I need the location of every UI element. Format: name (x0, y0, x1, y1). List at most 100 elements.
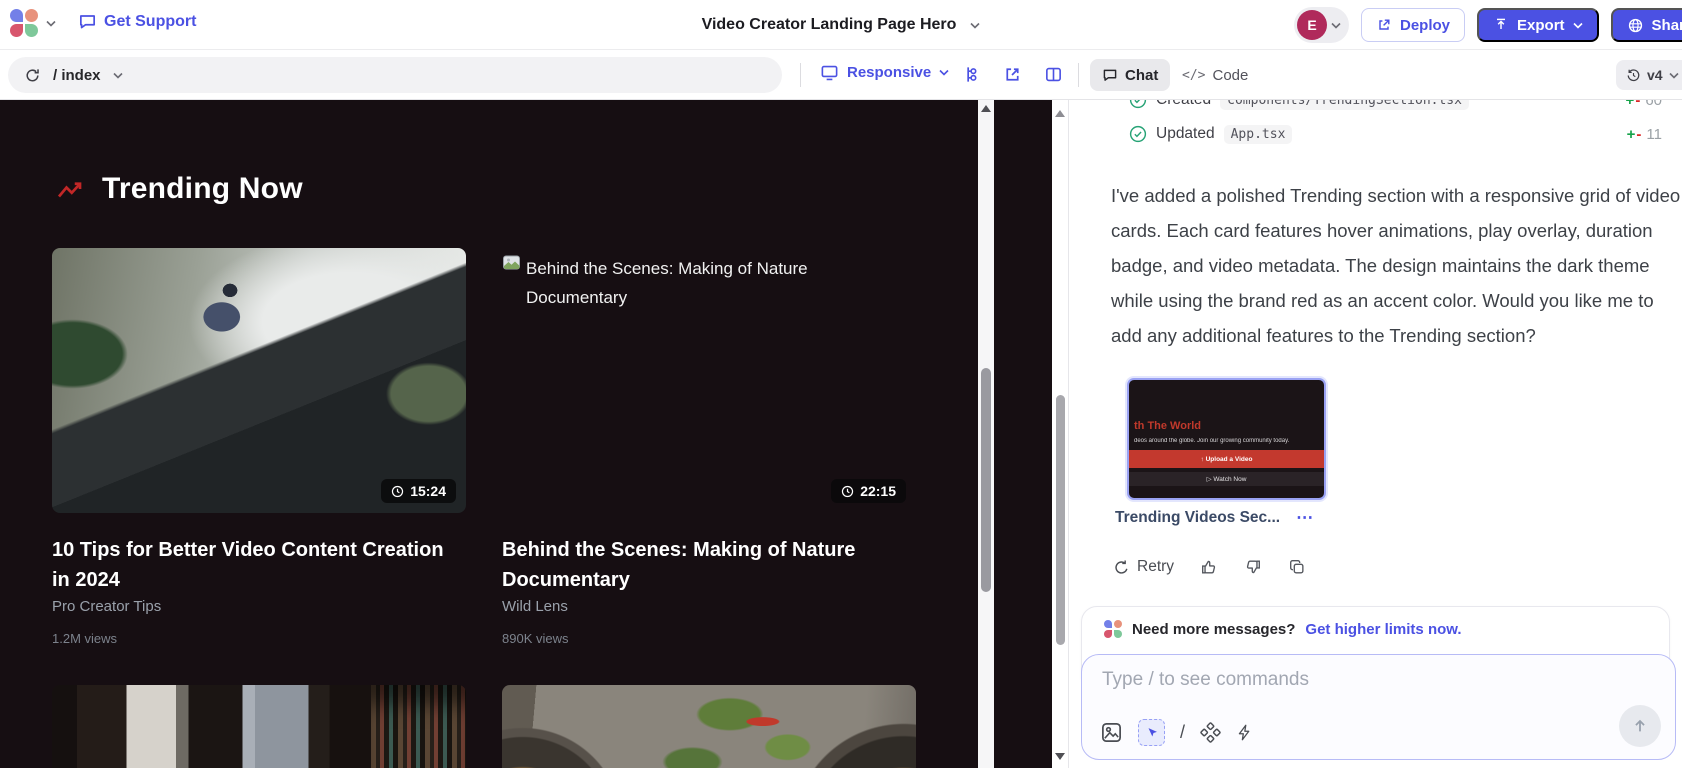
retry-button[interactable]: Retry (1113, 558, 1174, 576)
video-channel: Pro Creator Tips (52, 598, 161, 615)
tool-call-action: Updated (1156, 125, 1215, 143)
device-mode-selector[interactable]: Responsive (820, 63, 949, 82)
thumbs-down-icon[interactable] (1244, 558, 1262, 576)
chevron-down-icon (1669, 72, 1679, 79)
tab-code-label: Code (1212, 67, 1248, 84)
app-logo-icon (1104, 620, 1122, 638)
video-card[interactable]: 15:24 10 Tips for Better Video Content C… (52, 248, 466, 513)
main-toolbar: Get Support Video Creator Landing Page H… (0, 0, 1682, 50)
scroll-up-arrow[interactable] (1055, 110, 1065, 117)
preview-page-scrollbar[interactable] (978, 100, 994, 768)
deploy-icon (1376, 17, 1392, 33)
scroll-down-arrow[interactable] (1055, 753, 1065, 760)
video-thumbnail[interactable]: 15:24 (52, 248, 466, 513)
avatar: E (1297, 10, 1327, 40)
globe-icon (1627, 17, 1644, 34)
attach-image-icon[interactable] (1100, 721, 1123, 744)
device-mode-label: Responsive (847, 64, 931, 81)
video-title[interactable]: Behind the Scenes: Making of Nature Docu… (502, 535, 872, 595)
tool-call-row: Created components/TrendingSection.tsx +… (1129, 100, 1662, 112)
thumb-subtext: deos around the globe. Join our growing … (1134, 438, 1322, 444)
upgrade-link[interactable]: Get higher limits now. (1305, 621, 1461, 638)
deploy-label: Deploy (1400, 17, 1450, 34)
broken-image-icon (502, 254, 522, 272)
share-button[interactable]: Share (1611, 8, 1682, 42)
chevron-down-icon[interactable] (970, 22, 980, 29)
video-card[interactable]: Behind the Scenes: Making of Nature Docu… (502, 248, 916, 513)
scrollbar-thumb[interactable] (981, 368, 991, 592)
thumb-heading: th The World (1134, 420, 1201, 432)
video-thumbnail[interactable] (502, 685, 916, 768)
components-icon[interactable] (1200, 722, 1221, 743)
retry-icon (1113, 559, 1130, 576)
duration-text: 22:15 (860, 483, 896, 499)
chevron-down-icon (1573, 22, 1583, 29)
section-title: Trending Now (102, 172, 303, 206)
chat-panel: Created components/TrendingSection.tsx +… (1068, 100, 1682, 768)
thumbs-up-icon[interactable] (1200, 558, 1218, 576)
url-bar[interactable]: / index (8, 57, 782, 93)
diff-stat: +-11 (1627, 126, 1662, 143)
tab-chat[interactable]: Chat (1090, 59, 1170, 91)
cursor-icon (1145, 726, 1159, 740)
duration-badge: 15:24 (381, 479, 456, 503)
select-element-tool[interactable] (1138, 719, 1165, 746)
design-preview-thumbnail[interactable]: th The World deos around the globe. Join… (1127, 378, 1326, 500)
video-views: 890K views (502, 631, 568, 646)
chat-bubble-icon (78, 12, 97, 31)
chevron-down-icon (939, 69, 949, 76)
monitor-icon (820, 63, 839, 82)
assistant-message: I've added a polished Trending section w… (1111, 178, 1682, 353)
tab-code[interactable]: </> Code (1182, 59, 1248, 91)
image-alt-text: Behind the Scenes: Making of Nature Docu… (526, 254, 860, 312)
scroll-up-arrow[interactable] (981, 105, 991, 112)
get-support-link[interactable]: Get Support (78, 12, 196, 31)
chat-input[interactable] (1102, 669, 1599, 707)
duration-text: 15:24 (410, 483, 446, 499)
split-view-icon[interactable] (1044, 65, 1063, 84)
slash-command-icon[interactable]: / (1180, 722, 1185, 743)
lightning-icon[interactable] (1236, 724, 1253, 741)
video-thumbnail[interactable] (52, 685, 466, 768)
export-label: Export (1517, 17, 1565, 34)
code-icon: </> (1182, 68, 1205, 83)
check-circle-icon (1129, 125, 1147, 143)
version-history-selector[interactable]: v4 (1616, 60, 1682, 90)
video-title[interactable]: 10 Tips for Better Video Content Creatio… (52, 535, 454, 595)
tool-call-row: Updated App.tsx +-11 (1129, 122, 1662, 146)
history-icon (1626, 68, 1641, 83)
chevron-down-icon[interactable] (46, 20, 56, 27)
thumb-secondary-button: ▷ Watch Now (1129, 472, 1324, 486)
preview-toolbar: / index Responsive (0, 50, 1682, 100)
export-button[interactable]: Export (1477, 8, 1599, 42)
chevron-down-icon[interactable] (113, 72, 123, 79)
video-thumbnail-broken[interactable]: Behind the Scenes: Making of Nature Docu… (502, 248, 916, 513)
component-properties-icon[interactable] (962, 65, 981, 84)
duration-badge: 22:15 (831, 479, 906, 503)
video-channel: Wild Lens (502, 598, 568, 615)
export-icon (1493, 17, 1509, 33)
preview-pane: Trending Now 15:24 10 Tips for Better Vi… (0, 100, 1052, 768)
scrollbar-thumb[interactable] (1056, 395, 1065, 645)
file-chip[interactable]: components/TrendingSection.tsx (1220, 100, 1469, 110)
deploy-button[interactable]: Deploy (1361, 8, 1465, 42)
tab-chat-label: Chat (1125, 67, 1158, 84)
thumbnail-caption[interactable]: Trending Videos Sec... (1115, 509, 1280, 527)
thumb-primary-button: ↑ Upload a Video (1129, 450, 1324, 468)
project-title: Video Creator Landing Page Hero (702, 16, 957, 34)
copy-icon[interactable] (1288, 558, 1306, 576)
share-label: Share (1652, 17, 1682, 34)
diff-stat: +-60 (1626, 100, 1662, 109)
chat-bubble-icon (1102, 67, 1118, 83)
file-chip[interactable]: App.tsx (1224, 125, 1293, 144)
account-menu[interactable]: E (1294, 7, 1349, 43)
refresh-icon[interactable] (24, 67, 41, 84)
get-support-label: Get Support (104, 13, 196, 31)
tool-call-action: Created (1156, 100, 1211, 109)
preview-pane-scrollbar[interactable] (1052, 100, 1068, 768)
send-button[interactable] (1619, 705, 1661, 747)
ellipsis-menu-icon[interactable]: ⋯ (1296, 508, 1314, 528)
open-in-new-window-icon[interactable] (1003, 65, 1022, 84)
app-logo[interactable] (10, 9, 38, 37)
chat-input-box[interactable]: / (1081, 654, 1676, 760)
